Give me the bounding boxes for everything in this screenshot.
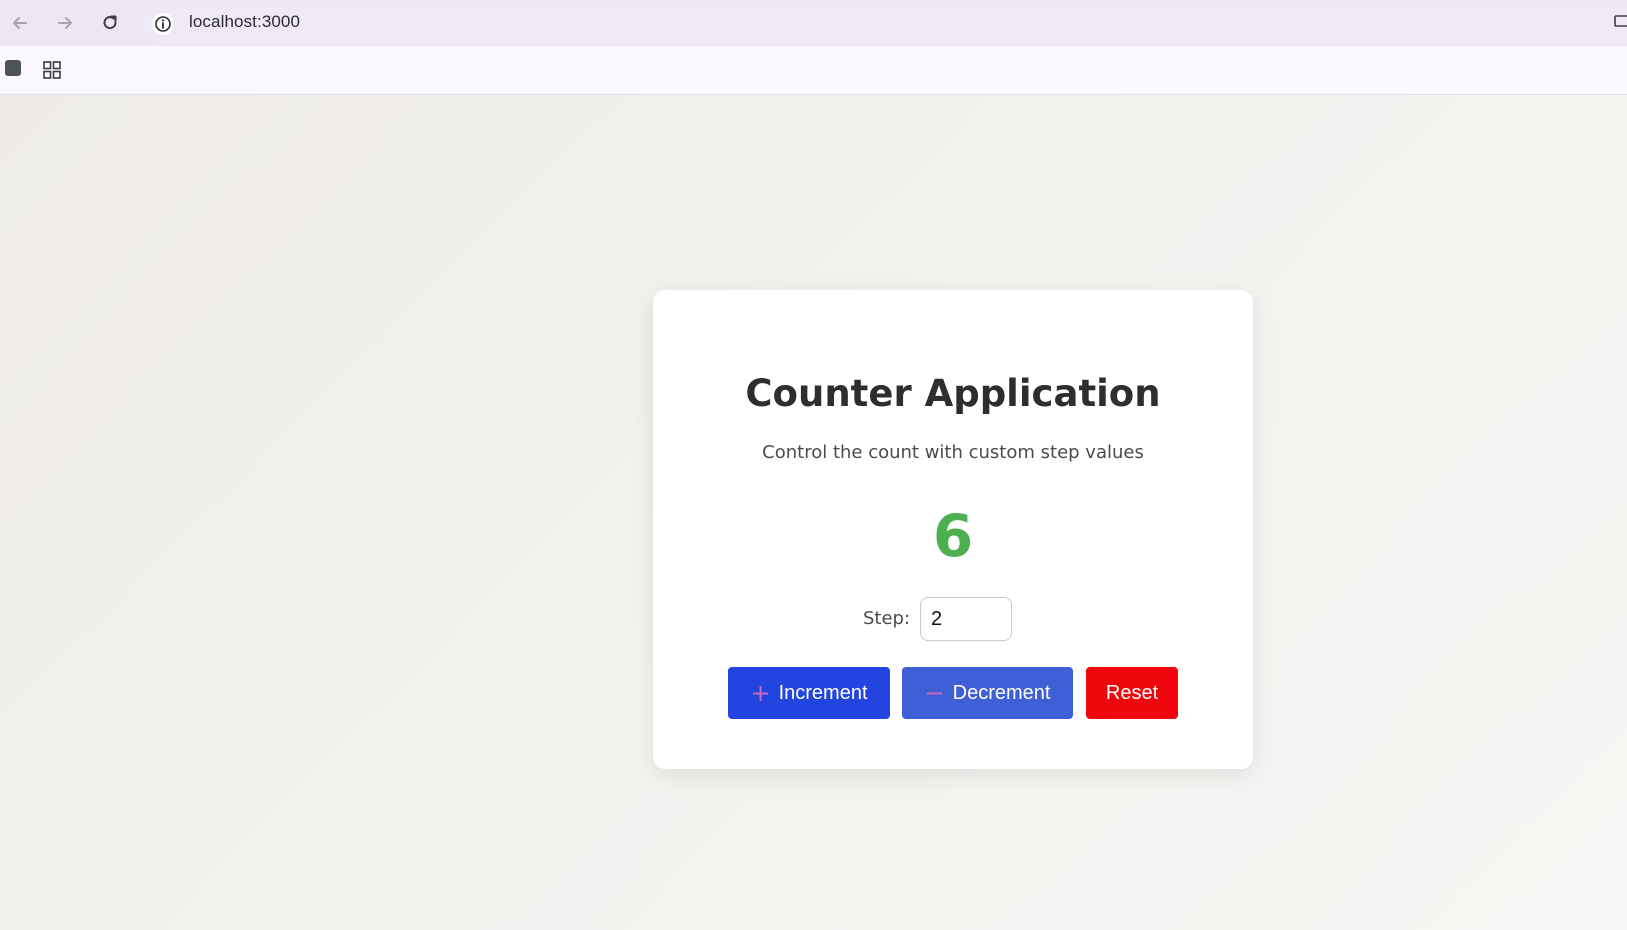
forward-arrow-icon	[58, 17, 72, 29]
apps-grid-icon[interactable]	[43, 61, 61, 79]
app-bookmark-icon[interactable]	[5, 60, 21, 76]
reset-label: Reset	[1105, 681, 1159, 704]
increment-label: Increment	[778, 681, 868, 704]
step-input[interactable]	[920, 597, 1012, 641]
increment-button[interactable]: + Increment	[728, 667, 890, 719]
reload-button[interactable]	[96, 9, 124, 37]
address-bar[interactable]	[142, 5, 1627, 42]
step-label: Step:	[863, 608, 911, 629]
decrement-button[interactable]: − Decrement	[902, 667, 1073, 719]
bookmarks-bar	[0, 46, 1627, 95]
page-subtitle: Control the count with custom step value…	[762, 442, 1144, 463]
forward-button[interactable]	[51, 9, 79, 37]
url-text[interactable]: localhost:3000	[189, 12, 300, 32]
reload-icon	[103, 15, 117, 30]
count-display: 6	[932, 502, 974, 570]
decrement-label: Decrement	[952, 681, 1051, 704]
cast-icon[interactable]	[1614, 15, 1627, 29]
site-info-button[interactable]	[152, 13, 174, 35]
plus-icon: +	[750, 679, 771, 707]
reset-button[interactable]: Reset	[1086, 667, 1178, 719]
minus-icon: −	[924, 679, 945, 707]
back-button[interactable]	[6, 9, 34, 37]
back-arrow-icon	[13, 17, 27, 29]
page-title: Counter Application	[745, 372, 1161, 415]
site-info-icon	[155, 16, 171, 32]
